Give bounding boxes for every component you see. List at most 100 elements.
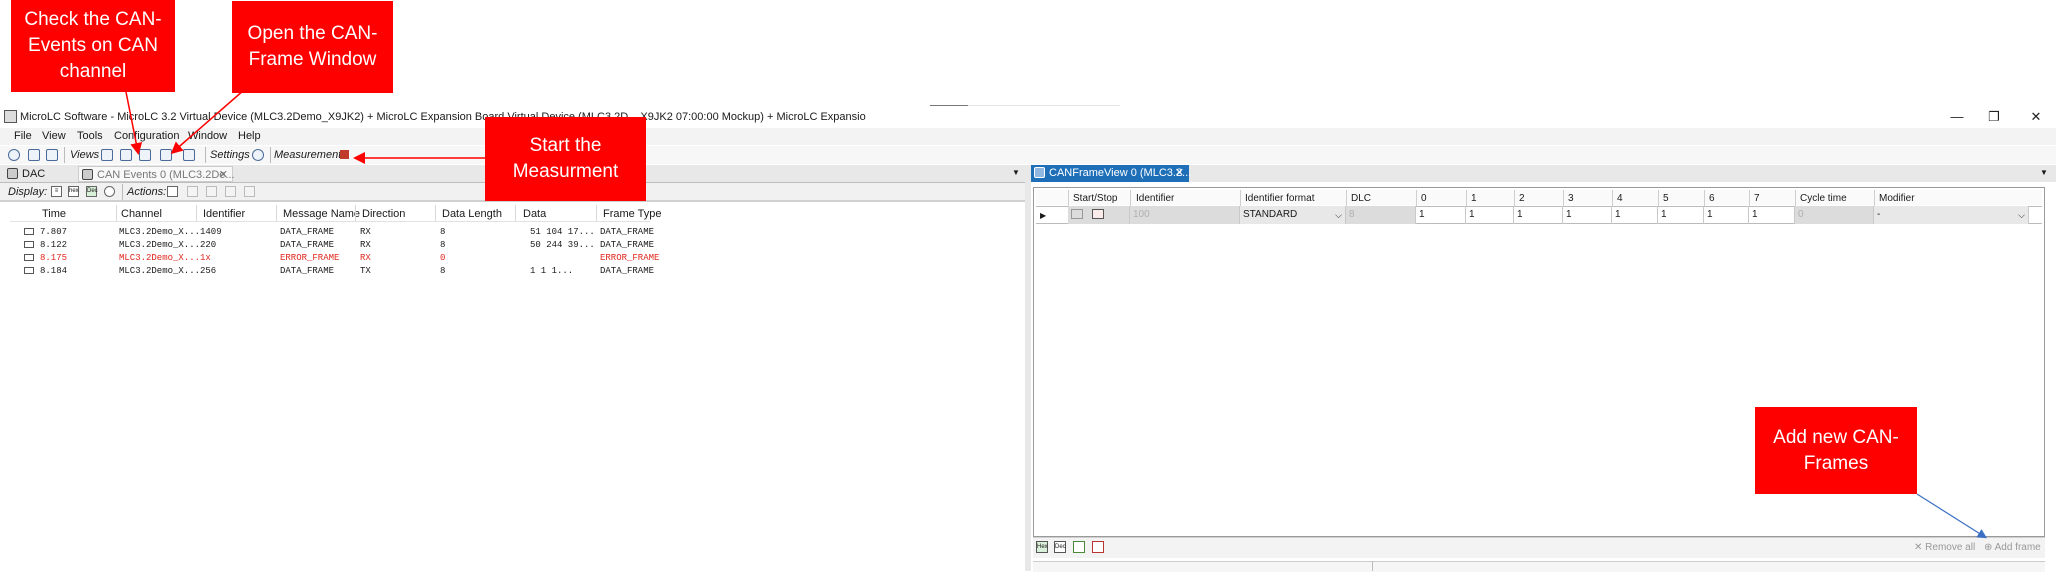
hex-format-icon[interactable]: hex bbox=[68, 186, 79, 197]
column-separator[interactable] bbox=[196, 205, 197, 221]
column-separator[interactable] bbox=[1658, 190, 1659, 206]
export-icon[interactable] bbox=[206, 186, 217, 197]
send-all-icon[interactable] bbox=[1073, 541, 1085, 553]
menu-tools[interactable]: Tools bbox=[77, 130, 103, 142]
tab-dropdown-icon[interactable]: ▼ bbox=[1012, 168, 1020, 177]
column-header-byte-4[interactable]: 4 bbox=[1617, 193, 1623, 204]
save-icon[interactable] bbox=[46, 149, 58, 161]
start-icon[interactable] bbox=[1071, 209, 1083, 220]
hex-format-icon[interactable]: Hex bbox=[1036, 541, 1048, 553]
can-channel-view-icon[interactable] bbox=[139, 149, 151, 161]
close-button[interactable]: ✕ bbox=[2021, 108, 2051, 126]
byte-7-field[interactable]: 1 bbox=[1749, 206, 1795, 224]
cycle-time-field[interactable]: 0 bbox=[1795, 206, 1874, 224]
column-separator[interactable] bbox=[1068, 190, 1069, 206]
column-header-data-length[interactable]: Data Length bbox=[442, 208, 502, 220]
identifier-format-select[interactable]: STANDARD ⌵ bbox=[1240, 206, 1346, 224]
restore-button[interactable]: ❐ bbox=[1979, 108, 2009, 126]
clear-icon[interactable] bbox=[167, 186, 178, 197]
add-frame-button[interactable]: ⊕ Add frame bbox=[1984, 542, 2041, 553]
column-separator[interactable] bbox=[355, 205, 356, 221]
filter-icon[interactable] bbox=[225, 186, 236, 197]
new-icon[interactable] bbox=[8, 149, 20, 161]
column-header-byte-5[interactable]: 5 bbox=[1663, 193, 1669, 204]
column-header-identifier-format[interactable]: Identifier format bbox=[1245, 193, 1314, 204]
column-header-message-name[interactable]: Message Name bbox=[283, 208, 360, 220]
tab-dropdown-icon[interactable]: ▼ bbox=[2040, 168, 2048, 177]
column-separator[interactable] bbox=[596, 205, 597, 221]
byte-5-field[interactable]: 1 bbox=[1658, 206, 1704, 224]
byte-3-field[interactable]: 1 bbox=[1563, 206, 1612, 224]
byte-2-field[interactable]: 1 bbox=[1514, 206, 1563, 224]
minimize-button[interactable]: — bbox=[1942, 108, 1972, 126]
column-separator[interactable] bbox=[515, 205, 516, 221]
column-separator[interactable] bbox=[1795, 190, 1796, 206]
dlc-field[interactable]: 8 bbox=[1346, 206, 1416, 224]
row-selector-icon[interactable]: ▶ bbox=[1040, 211, 1046, 220]
print-icon[interactable] bbox=[244, 186, 255, 197]
table-row[interactable]: 7.807 MLC3.2Demo_X... 1409 DATA_FRAME RX… bbox=[0, 226, 680, 238]
remove-all-button[interactable]: ✕ Remove all bbox=[1914, 542, 1975, 553]
column-separator[interactable] bbox=[1612, 190, 1613, 206]
list-icon[interactable]: ≡ bbox=[51, 186, 62, 197]
column-separator[interactable] bbox=[1130, 190, 1131, 206]
column-header-byte-6[interactable]: 6 bbox=[1709, 193, 1715, 204]
table-row[interactable]: 8.175 MLC3.2Demo_X... 1x ERROR_FRAME RX … bbox=[0, 252, 680, 264]
stop-icon[interactable] bbox=[1091, 209, 1104, 220]
column-header-direction[interactable]: Direction bbox=[362, 208, 405, 220]
stop-measurement-button[interactable] bbox=[340, 150, 349, 159]
pane-splitter[interactable] bbox=[1025, 165, 1031, 571]
byte-0-field[interactable]: 1 bbox=[1416, 206, 1466, 224]
column-header-byte-3[interactable]: 3 bbox=[1568, 193, 1574, 204]
can-frame-view-icon[interactable] bbox=[160, 149, 172, 161]
column-separator[interactable] bbox=[1749, 190, 1750, 206]
column-separator[interactable] bbox=[1514, 190, 1515, 206]
byte-6-field[interactable]: 1 bbox=[1704, 206, 1749, 224]
column-header-dlc[interactable]: DLC bbox=[1351, 193, 1371, 204]
column-separator[interactable] bbox=[435, 205, 436, 221]
column-separator[interactable] bbox=[1416, 190, 1417, 206]
modifier-select[interactable]: - ⌵ bbox=[1874, 206, 2029, 224]
table-row[interactable]: 8.184 MLC3.2Demo_X... 256 DATA_FRAME TX … bbox=[0, 265, 680, 277]
menu-window[interactable]: Window bbox=[188, 130, 227, 142]
column-header-frame-type[interactable]: Frame Type bbox=[603, 208, 662, 220]
column-separator[interactable] bbox=[1240, 190, 1241, 206]
chevron-down-icon[interactable]: ⌵ bbox=[2018, 206, 2025, 224]
column-header-byte-0[interactable]: 0 bbox=[1421, 193, 1427, 204]
gear-icon[interactable] bbox=[252, 149, 264, 161]
can-events-view-icon[interactable] bbox=[120, 149, 132, 161]
menu-view[interactable]: View bbox=[42, 130, 66, 142]
dec-format-icon[interactable]: Dec bbox=[86, 186, 98, 197]
menu-configuration[interactable]: Configuration bbox=[114, 130, 179, 142]
start-stop-cell[interactable] bbox=[1068, 206, 1130, 224]
open-icon[interactable] bbox=[28, 149, 40, 161]
column-header-data[interactable]: Data bbox=[523, 208, 546, 220]
column-header-time[interactable]: Time bbox=[42, 208, 66, 220]
chevron-down-icon[interactable]: ⌵ bbox=[1335, 206, 1342, 224]
stop-all-icon[interactable] bbox=[1092, 541, 1104, 553]
tab-dac[interactable]: DAC bbox=[4, 166, 74, 182]
identifier-field[interactable]: 100 bbox=[1130, 206, 1240, 224]
tab-can-events[interactable]: CAN Events 0 (MLC3.2De... ✕ bbox=[78, 166, 235, 183]
column-header-cycle-time[interactable]: Cycle time bbox=[1800, 193, 1847, 204]
byte-4-field[interactable]: 1 bbox=[1612, 206, 1658, 224]
menu-file[interactable]: File bbox=[14, 130, 32, 142]
column-header-channel[interactable]: Channel bbox=[121, 208, 162, 220]
column-separator[interactable] bbox=[1466, 190, 1467, 206]
column-header-byte-1[interactable]: 1 bbox=[1471, 193, 1477, 204]
close-tab-icon[interactable]: ✕ bbox=[219, 167, 228, 183]
column-header-identifier[interactable]: Identifier bbox=[1136, 193, 1174, 204]
menu-help[interactable]: Help bbox=[238, 130, 261, 142]
column-header-start-stop[interactable]: Start/Stop bbox=[1073, 193, 1117, 204]
copy-icon[interactable] bbox=[187, 186, 198, 197]
column-header-modifier[interactable]: Modifier bbox=[1879, 193, 1915, 204]
dec-format-icon[interactable]: Dec bbox=[1054, 541, 1066, 553]
view-device-icon[interactable] bbox=[101, 149, 113, 161]
clock-icon[interactable] bbox=[104, 186, 115, 197]
column-separator[interactable] bbox=[1874, 190, 1875, 206]
column-separator[interactable] bbox=[116, 205, 117, 221]
column-header-identifier[interactable]: Identifier bbox=[203, 208, 245, 220]
column-header-byte-7[interactable]: 7 bbox=[1754, 193, 1760, 204]
column-separator[interactable] bbox=[1346, 190, 1347, 206]
column-separator[interactable] bbox=[1704, 190, 1705, 206]
